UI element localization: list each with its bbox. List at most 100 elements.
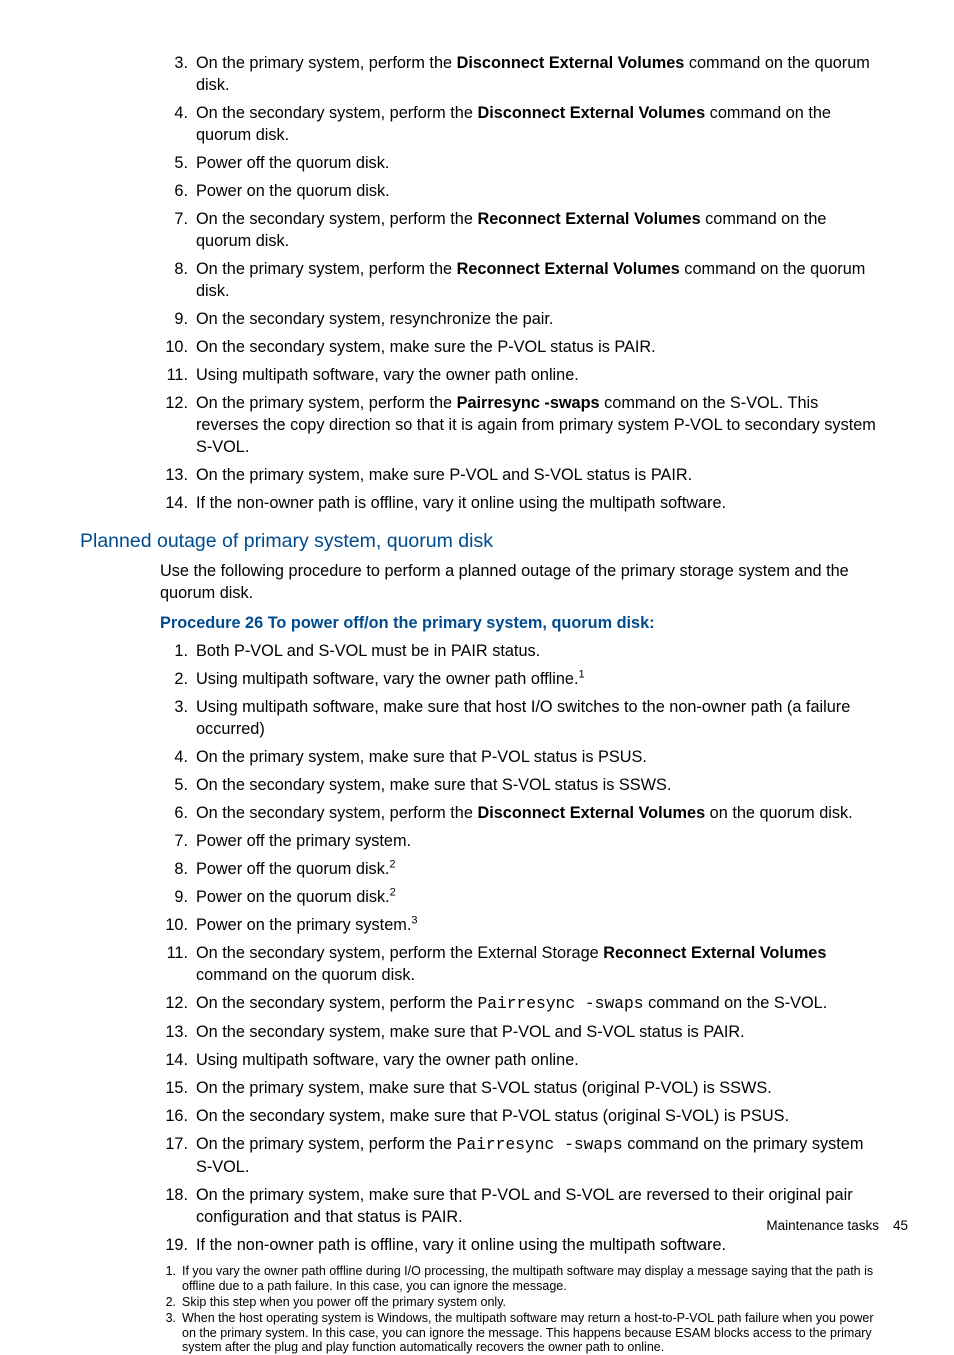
list-item-number: 9. — [160, 886, 188, 908]
list-item-text: Power off the quorum disk.2 — [196, 860, 396, 878]
list-item-number: 17. — [160, 1133, 188, 1155]
list-item: 2. Using multipath software, vary the own… — [160, 668, 884, 690]
bold-term: Disconnect External Volumes — [477, 804, 705, 822]
bold-term: Disconnect External Volumes — [477, 104, 705, 122]
footnote-ref: 2 — [389, 859, 395, 871]
list-item: 4. On the primary system, make sure that … — [160, 746, 884, 768]
list-item-number: 3. — [160, 52, 188, 74]
list-item: 7.Power off the primary system. — [160, 830, 884, 852]
list-item: 10.On the secondary system, make sure th… — [160, 336, 884, 358]
list-item-number: 8. — [160, 858, 188, 880]
footnote-ref: 2 — [390, 887, 396, 899]
list-item-number: 4. — [160, 102, 188, 124]
list-item-number: 16. — [160, 1105, 188, 1127]
list-item-number: 18. — [160, 1184, 188, 1206]
list-item-number: 1. — [160, 640, 188, 662]
list-item-text: On the primary system, perform the Recon… — [196, 260, 865, 300]
code-term: Pairresync -swaps — [477, 994, 643, 1013]
list-item-text: On the primary system, make sure that P-… — [196, 748, 647, 766]
list-item: 8. Power off the quorum disk.2 — [160, 858, 884, 880]
bold-term: Reconnect External Volumes — [603, 944, 826, 962]
list-item-number: 19. — [160, 1234, 188, 1256]
list-item-text: On the primary system, make sure that P-… — [196, 1186, 853, 1226]
list-item: 6. Power on the quorum disk. — [160, 180, 884, 202]
list-item-number: 13. — [160, 1021, 188, 1043]
list-item: 9.Power on the quorum disk.2 — [160, 886, 884, 908]
list-item-text: If the non-owner path is offline, vary i… — [196, 494, 726, 512]
list-item-number: 7. — [160, 208, 188, 230]
code-term: Pairresync -swaps — [457, 1135, 623, 1154]
list-item: 17.On the primary system, perform the Pa… — [160, 1133, 884, 1178]
list-item-text: Using multipath software, vary the owner… — [196, 1051, 579, 1069]
content-area: 3.On the primary system, perform the Dis… — [160, 52, 884, 1355]
list-item: 3.Using multipath software, make sure th… — [160, 696, 884, 740]
list-item-number: 14. — [160, 1049, 188, 1071]
list-item-text: Power on the quorum disk. — [196, 182, 390, 200]
list-item-text: On the secondary system, make sure that … — [196, 1023, 745, 1041]
list-item-number: 12. — [160, 392, 188, 414]
list-item-text: Using multipath software, make sure that… — [196, 698, 850, 738]
list-item-number: 11. — [160, 364, 188, 386]
list-item-text: On the primary system, make sure that S-… — [196, 1079, 772, 1097]
list-item-text: Using multipath software, vary the owner… — [196, 670, 585, 688]
list-item-text: On the secondary system, perform the Rec… — [196, 210, 826, 250]
list-item: 10.Power on the primary system.3 — [160, 914, 884, 936]
list-item-number: 2. — [160, 668, 188, 690]
list-item: 3.On the primary system, perform the Dis… — [160, 52, 884, 96]
list-item-text: On the secondary system, perform the Dis… — [196, 804, 853, 822]
list-item-number: 8. — [160, 258, 188, 280]
list-item-number: 11. — [160, 942, 188, 964]
bold-term: Reconnect External Volumes — [477, 210, 700, 228]
list-item-number: 6. — [160, 180, 188, 202]
footnotes: 1.If you vary the owner path offline dur… — [160, 1264, 884, 1354]
list-item-number: 5. — [160, 152, 188, 174]
list-item: 19. If the non-owner path is offline, var… — [160, 1234, 884, 1256]
footnote-text: Skip this step when you power off the pr… — [182, 1295, 506, 1309]
footer-label: Maintenance tasks — [766, 1218, 879, 1233]
procedure-list-2: 1. Both P-VOL and S-VOL must be in PAIR s… — [160, 640, 884, 1256]
document-page: 3.On the primary system, perform the Dis… — [0, 0, 954, 1271]
list-item-text: On the secondary system, make sure that … — [196, 776, 671, 794]
list-item: 14. If the non-owner path is offline, var… — [160, 492, 884, 514]
list-item-number: 7. — [160, 830, 188, 852]
list-item-text: If the non-owner path is offline, vary i… — [196, 1236, 726, 1254]
section-intro: Use the following procedure to perform a… — [160, 560, 884, 604]
footnote-number: 2. — [160, 1295, 176, 1309]
list-item-text: Using multipath software, vary the owner… — [196, 366, 579, 384]
list-item-number: 9. — [160, 308, 188, 330]
list-item-text: On the primary system, perform the Pairr… — [196, 394, 876, 456]
list-item: 4.On the secondary system, perform the D… — [160, 102, 884, 146]
list-item: 13. On the primary system, make sure P-VO… — [160, 464, 884, 486]
footnote-number: 3. — [160, 1311, 176, 1325]
footnote-text: When the host operating system is Window… — [182, 1311, 874, 1354]
list-item: 12.On the secondary system, perform the … — [160, 992, 884, 1015]
list-item: 12. On the primary system, perform the Pa… — [160, 392, 884, 458]
bold-term: Disconnect External Volumes — [457, 54, 685, 72]
list-item-number: 4. — [160, 746, 188, 768]
footnote-text: If you vary the owner path offline durin… — [182, 1264, 873, 1292]
list-item-text: Both P-VOL and S-VOL must be in PAIR sta… — [196, 642, 540, 660]
list-item-number: 6. — [160, 802, 188, 824]
list-item: 7. On the secondary system, perform the R… — [160, 208, 884, 252]
procedure-list-1: 3.On the primary system, perform the Dis… — [160, 52, 884, 514]
list-item: 1. Both P-VOL and S-VOL must be in PAIR s… — [160, 640, 884, 662]
footnote-item: 1.If you vary the owner path offline dur… — [160, 1264, 884, 1293]
page-number: 45 — [893, 1218, 908, 1233]
list-item-text: Power on the primary system.3 — [196, 916, 417, 934]
list-item-text: On the secondary system, perform the Ext… — [196, 944, 826, 984]
list-item: 5. On the secondary system, make sure tha… — [160, 774, 884, 796]
list-item-number: 12. — [160, 992, 188, 1014]
list-item-number: 14. — [160, 492, 188, 514]
list-item-text: On the primary system, make sure P-VOL a… — [196, 466, 692, 484]
list-item-text: On the secondary system, make sure the P… — [196, 338, 656, 356]
list-item-number: 5. — [160, 774, 188, 796]
footnote-item: 3. When the host operating system is Wind… — [160, 1311, 884, 1354]
list-item: 11. Using multipath software, vary the ow… — [160, 364, 884, 386]
footnote-ref: 1 — [579, 669, 585, 681]
list-item-text: On the secondary system, resynchronize t… — [196, 310, 553, 328]
bold-term: Reconnect External Volumes — [457, 260, 680, 278]
list-item-number: 15. — [160, 1077, 188, 1099]
list-item-text: Power off the quorum disk. — [196, 154, 389, 172]
bold-term: Pairresync -swaps — [457, 394, 600, 412]
list-item-number: 13. — [160, 464, 188, 486]
